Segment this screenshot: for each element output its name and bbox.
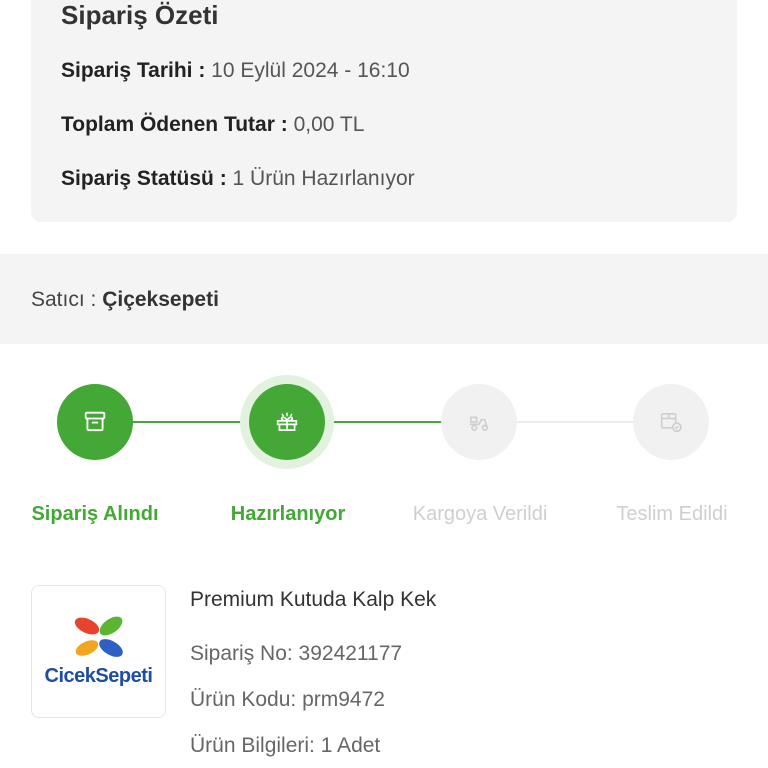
step-circle-preparing — [249, 384, 325, 460]
order-date-row: Sipariş Tarihi : 10 Eylül 2024 - 16:10 — [61, 59, 410, 83]
step-circle-delivered — [633, 384, 709, 460]
seller-label: Satıcı : — [31, 288, 97, 311]
order-number: Sipariş No: 392421177 — [190, 642, 403, 665]
courier-icon — [469, 416, 488, 431]
step-label-preparing: Hazırlanıyor — [230, 503, 346, 525]
order-status-row: Sipariş Statüsü : 1 Ürün Hazırlanıyor — [61, 167, 415, 191]
order-date-value: 10 Eylül 2024 - 16:10 — [211, 59, 410, 82]
step-label-shipped: Kargoya Verildi — [412, 503, 548, 525]
seller-info: Satıcı : Çiçeksepeti — [31, 288, 219, 312]
step-label-received: Sipariş Alındı — [31, 503, 159, 525]
seller-band: Satıcı : Çiçeksepeti — [0, 254, 768, 344]
box-icon — [84, 411, 106, 432]
product-name[interactable]: Premium Kutuda Kalp Kek — [190, 588, 436, 612]
product-info: Ürün Bilgileri: 1 Adet — [190, 734, 381, 757]
total-paid-value: 0,00 TL — [293, 113, 365, 136]
order-date-label: Sipariş Tarihi : — [61, 59, 206, 82]
step-circle-received — [57, 384, 133, 460]
gift-icon — [276, 412, 298, 432]
order-summary-card: Sipariş Özeti Sipariş Tarihi : 10 Eylül … — [31, 0, 737, 222]
delivered-package-icon — [660, 413, 682, 433]
total-paid-row: Toplam Ödenen Tutar : 0,00 TL — [61, 113, 364, 137]
product-code: Ürün Kodu: prm9472 — [190, 688, 385, 711]
brand-logo-text: CicekSepeti — [44, 665, 153, 687]
step-connector-2 — [325, 421, 443, 423]
ciceksepeti-logo-icon — [74, 616, 123, 657]
seller-name[interactable]: Çiçeksepeti — [102, 288, 219, 311]
step-label-delivered: Teslim Edildi — [616, 503, 728, 525]
order-status-label: Sipariş Statüsü : — [61, 167, 227, 190]
total-paid-label: Toplam Ödenen Tutar : — [61, 113, 288, 136]
product-image[interactable]: CicekSepeti — [31, 585, 166, 718]
step-circle-shipped — [441, 384, 517, 460]
summary-title: Sipariş Özeti — [61, 0, 219, 30]
step-connector-1 — [133, 421, 243, 423]
order-status-value: 1 Ürün Hazırlanıyor — [232, 167, 415, 190]
step-connector-3 — [517, 421, 635, 423]
